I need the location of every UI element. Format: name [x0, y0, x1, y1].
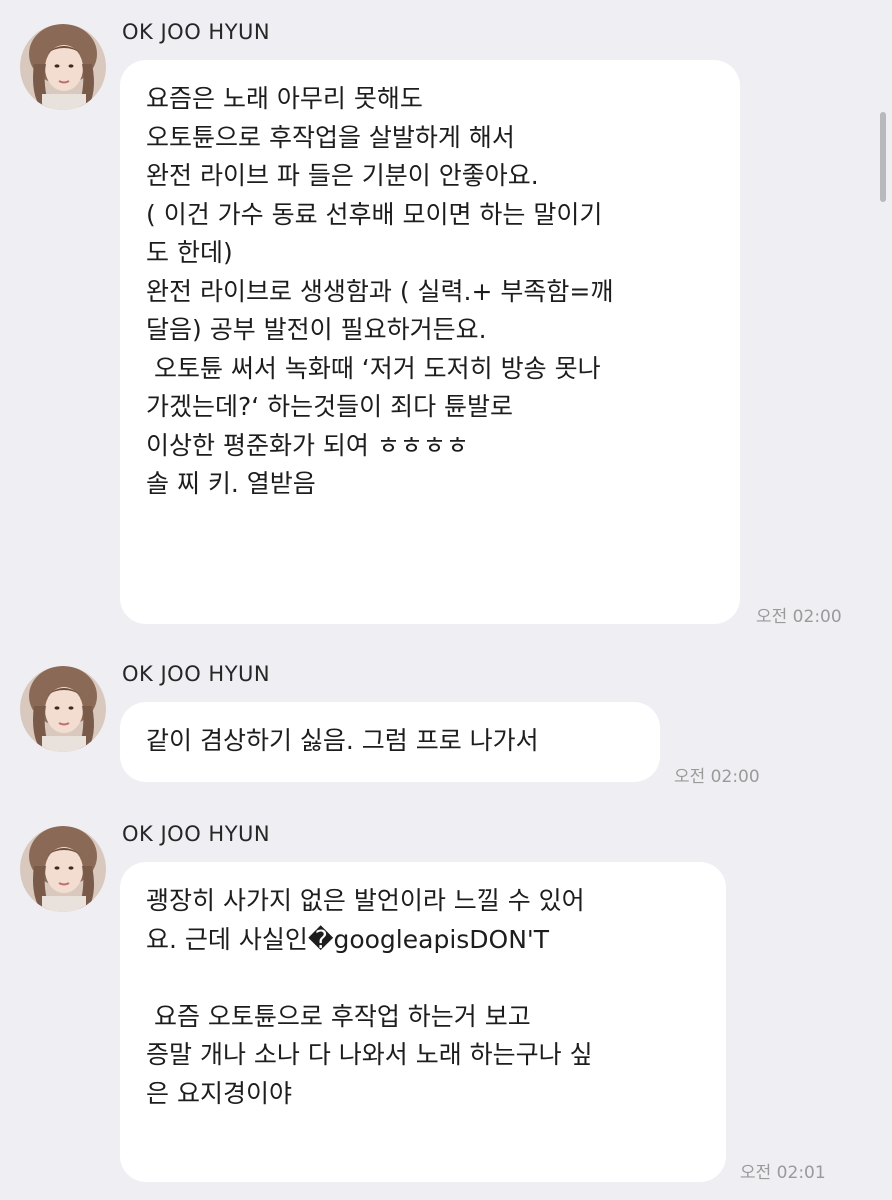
message-line: 완전 라이브 파 들은 기분이 안좋아요. — [146, 161, 539, 190]
message-timestamp: 오전 02:01 — [740, 1163, 826, 1183]
message-line: 오토튠 써서 녹화때 ‘저거 도저히 방송 못나 — [146, 353, 601, 383]
sender-name: OK JOO HYUN — [122, 20, 271, 44]
message-line: 은 요지경이야 — [146, 1078, 292, 1108]
message-line: 솔 찌 키. 열받음 — [146, 469, 316, 498]
message-line: 요즘은 노래 아무리 못해도 — [146, 84, 423, 113]
message-bubble[interactable]: 같이 겸상하기 싫음. 그럼 프로 나가서 — [120, 702, 660, 782]
message-line: 같이 겸상하기 싫음. 그럼 프로 나가서 — [146, 726, 539, 755]
message-line: 달음) 공부 발전이 필요하거든요. — [146, 315, 487, 344]
message-line: ( 이건 가수 동료 선후배 모이면 하는 말이기 — [146, 199, 603, 229]
message-line: 오토튠으로 후작업을 살발하게 해서 — [146, 122, 515, 152]
sender-name: OK JOO HYUN — [122, 822, 271, 846]
message-line — [146, 959, 700, 998]
profile-photo-icon — [20, 666, 106, 752]
avatar[interactable] — [20, 24, 106, 110]
message-line: 요. 근데 사실인�googleapisDON'T — [146, 924, 550, 954]
message-line: 괭장히 사가지 없은 발언이라 느낄 수 있어 — [146, 886, 585, 915]
message-line: 증말 개나 소나 다 나와서 노래 하는구나 싶 — [146, 1040, 593, 1069]
message-bubble[interactable]: 요즘은 노래 아무리 못해도 오토튠으로 후작업을 살발하게 해서 완전 라이브… — [120, 60, 740, 624]
message-line: 요즘 오토튠으로 후작업 하는거 보고 — [146, 1001, 531, 1031]
profile-photo-icon — [20, 826, 106, 912]
avatar[interactable] — [20, 666, 106, 752]
avatar[interactable] — [20, 826, 106, 912]
message-timestamp: 오전 02:00 — [756, 607, 842, 627]
message-timestamp: 오전 02:00 — [674, 767, 760, 787]
message-bubble[interactable]: 괭장히 사가지 없은 발언이라 느낄 수 있어 요. 근데 사실인�google… — [120, 862, 726, 1182]
message-line: 도 한데) — [146, 238, 233, 267]
message-line: 이상한 평준화가 되여 ㅎㅎㅎㅎ — [146, 430, 469, 460]
scrollbar[interactable] — [880, 112, 886, 202]
message-line: 완전 라이브로 생생함과 ( 실력.+ 부족함=깨 — [146, 276, 614, 306]
message-line: 가겠는데?‘ 하는것들이 죄다 튠발로 — [146, 392, 514, 421]
sender-name: OK JOO HYUN — [122, 662, 271, 686]
profile-photo-icon — [20, 24, 106, 110]
